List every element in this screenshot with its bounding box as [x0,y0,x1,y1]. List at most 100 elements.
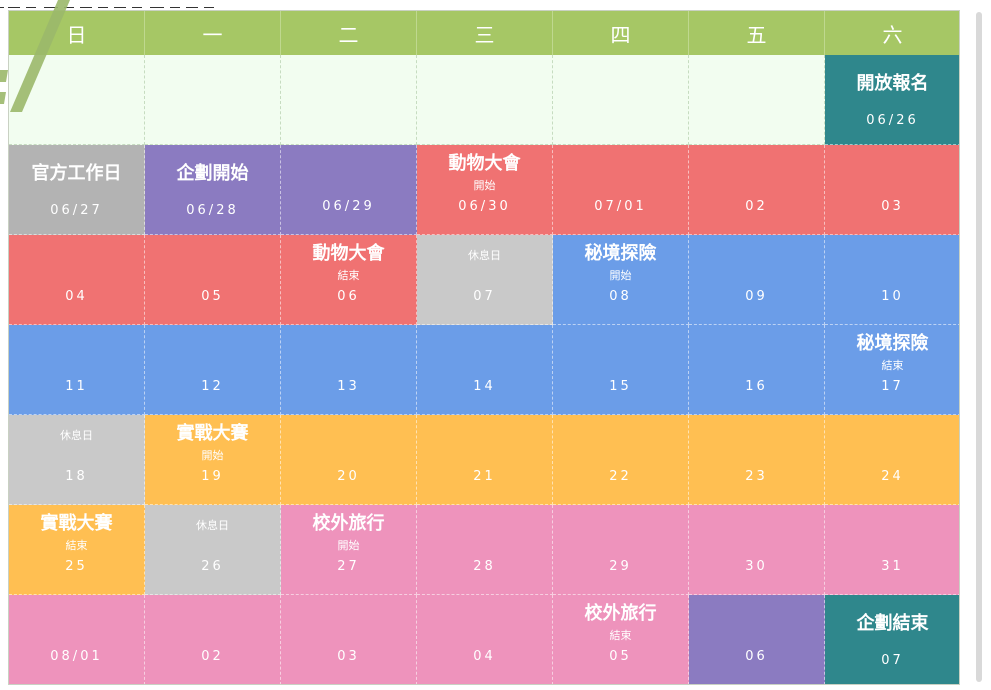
event-title: 校外旅行 [312,513,385,534]
day-date: 07/01 [594,199,647,214]
day-date: 02 [201,649,224,664]
calendar-day-cell[interactable]: 秘境探險 開始 08 [553,235,689,325]
rest-day-label: 休息日 [60,429,93,442]
rest-day-label: 休息日 [196,519,229,532]
calendar-day-cell[interactable] [553,55,689,145]
calendar-day-cell[interactable]: 03 [825,145,959,235]
day-date: 06/30 [458,199,511,214]
calendar-day-cell[interactable]: 05 [145,235,281,325]
day-date: 16 [745,379,768,394]
calendar-day-cell[interactable]: 29 [553,505,689,595]
day-date: 18 [65,469,88,484]
calendar-day-cell[interactable] [689,55,825,145]
day-date: 06/29 [322,199,375,214]
calendar-day-cell[interactable]: 官方工作日 06/27 [9,145,145,235]
day-date: 13 [337,379,360,394]
day-date: 07 [473,289,496,304]
calendar-day-cell[interactable]: 企劃結束 07 [825,595,959,684]
day-date: 08/01 [50,649,103,664]
day-date: 05 [609,649,632,664]
event-title: 開放報名 [856,73,929,94]
calendar-day-cell[interactable]: 實戰大賽 開始 19 [145,415,281,505]
event-status-label: 開始 [473,179,496,192]
calendar-day-cell[interactable]: 動物大會開始 06/30 [417,145,553,235]
weekday-header-cell: 二 [281,11,417,55]
calendar-day-cell[interactable]: 04 [417,595,553,684]
event-title: 動物大會 [448,153,521,174]
event-title: 企劃結束 [856,613,929,634]
calendar-day-cell[interactable]: 14 [417,325,553,415]
day-date: 06 [745,649,768,664]
rest-day-label: 休息日 [468,249,501,262]
calendar-day-cell[interactable]: 秘境探險 結束 17 [825,325,959,415]
calendar-day-cell[interactable] [417,55,553,145]
event-status-label: 開始 [337,539,360,552]
day-date: 20 [337,469,360,484]
calendar-day-cell[interactable]: 03 [281,595,417,684]
calendar-day-cell[interactable]: 11 [9,325,145,415]
calendar-day-cell[interactable]: 13 [281,325,417,415]
decorative-stripe-graphic [0,0,70,112]
calendar-day-cell[interactable] [281,55,417,145]
day-date: 28 [473,559,496,574]
calendar-day-cell[interactable]: 休息日 07 [417,235,553,325]
calendar-day-cell[interactable]: 07/01 [553,145,689,235]
day-date: 04 [473,649,496,664]
calendar-day-cell[interactable]: 02 [689,145,825,235]
day-date: 24 [881,469,904,484]
calendar-day-cell[interactable]: 20 [281,415,417,505]
event-title: 動物大會 [312,243,385,264]
calendar-day-cell[interactable]: 28 [417,505,553,595]
event-status-label: 開始 [609,269,632,282]
day-date: 19 [201,469,224,484]
calendar-day-cell[interactable]: 02 [145,595,281,684]
calendar-day-cell[interactable] [145,55,281,145]
day-date: 23 [745,469,768,484]
day-date: 04 [65,289,88,304]
day-date: 07 [881,653,904,668]
event-title: 官方工作日 [31,163,122,184]
day-date: 06 [337,289,360,304]
day-date: 06/28 [186,203,239,218]
weekday-header-cell: 六 [825,11,959,55]
day-date: 11 [65,379,88,394]
calendar-day-cell[interactable]: 09 [689,235,825,325]
vertical-scrollbar[interactable] [966,10,990,686]
calendar-day-cell[interactable]: 校外旅行 結束 05 [553,595,689,684]
calendar-day-cell[interactable]: 校外旅行開始 27 [281,505,417,595]
day-date: 08 [609,289,632,304]
day-date: 03 [881,199,904,214]
calendar-day-cell[interactable]: 08/01 [9,595,145,684]
calendar-day-cell[interactable]: 06 [689,595,825,684]
calendar-day-cell[interactable]: 16 [689,325,825,415]
calendar-day-cell[interactable]: 31 [825,505,959,595]
calendar-day-cell[interactable]: 休息日 26 [145,505,281,595]
scrollbar-thumb[interactable] [976,12,982,682]
calendar-day-cell[interactable]: 動物大會 結束 06 [281,235,417,325]
calendar-day-cell[interactable]: 22 [553,415,689,505]
day-date: 30 [745,559,768,574]
weekday-header-cell: 一 [145,11,281,55]
calendar-day-cell[interactable]: 10 [825,235,959,325]
event-title: 企劃開始 [176,163,249,184]
day-date: 14 [473,379,496,394]
calendar-day-cell[interactable]: 休息日 18 [9,415,145,505]
day-date: 21 [473,469,496,484]
day-date: 06/27 [50,203,103,218]
calendar-day-cell[interactable]: 12 [145,325,281,415]
day-date: 27 [337,559,360,574]
calendar-day-cell[interactable]: 04 [9,235,145,325]
calendar-day-cell[interactable]: 實戰大賽 結束 25 [9,505,145,595]
calendar-day-cell[interactable]: 23 [689,415,825,505]
calendar-day-cell[interactable]: 30 [689,505,825,595]
calendar-day-cell[interactable]: 企劃開始 06/28 [145,145,281,235]
calendar-day-cell[interactable]: 06/29 [281,145,417,235]
event-status-label: 開始 [201,449,224,462]
calendar-day-cell[interactable]: 開放報名 06/26 [825,55,959,145]
calendar-day-cell[interactable]: 21 [417,415,553,505]
calendar-day-cell[interactable]: 24 [825,415,959,505]
calendar-day-cell[interactable]: 15 [553,325,689,415]
event-title: 秘境探險 [856,333,929,354]
day-date: 03 [337,649,360,664]
event-calendar: 日一二三四五六 開放報名 06/26 官方工作日 06/27 企劃開始 06/28 06/2… [8,10,960,685]
